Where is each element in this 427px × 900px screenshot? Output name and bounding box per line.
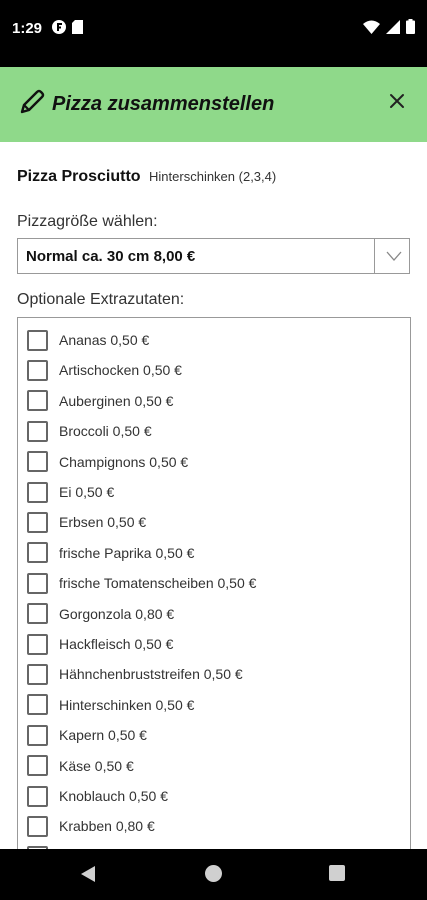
extra-checkbox[interactable] [27, 511, 48, 533]
extra-item-label: Ei 0,50 € [59, 484, 115, 500]
dialog-header: Pizza zusammenstellen [0, 67, 427, 142]
cell-signal-icon [386, 19, 400, 34]
extra-checkbox[interactable] [27, 815, 48, 837]
pencil-icon [20, 89, 45, 114]
app-notification-icon [52, 20, 66, 34]
extra-item[interactable]: Champignons 0,50 € [27, 451, 188, 473]
extra-item[interactable]: Käse 0,50 € [27, 755, 134, 777]
size-dropdown[interactable]: Normal ca. 30 cm 8,00 € [17, 238, 410, 274]
extra-checkbox[interactable] [27, 329, 48, 351]
extra-checkbox[interactable] [27, 451, 48, 473]
extra-checkbox[interactable] [27, 359, 48, 381]
sd-card-icon [72, 20, 83, 34]
chevron-down-icon [386, 251, 402, 261]
extra-item[interactable]: Auberginen 0,50 € [27, 390, 173, 412]
extra-item[interactable]: Artischocken 0,50 € [27, 359, 182, 381]
status-system-icons [363, 19, 415, 34]
extra-item-label: frische Tomatenscheiben 0,50 € [59, 575, 257, 592]
back-icon[interactable] [80, 865, 96, 883]
pizza-dialog: Pizza zusammenstellen Pizza Prosciutto H… [0, 67, 427, 849]
extra-item-label: Hackfleisch 0,50 € [59, 636, 174, 652]
extra-checkbox[interactable] [27, 603, 48, 625]
close-icon [390, 94, 404, 108]
extra-checkbox[interactable] [27, 542, 48, 564]
extra-item-label: Krabben 0,80 € [59, 818, 155, 835]
extra-item[interactable]: frische Tomatenscheiben 0,50 € [27, 572, 256, 594]
extra-checkbox[interactable] [27, 694, 48, 716]
extra-item-label: Hinterschinken 0,50 € [59, 696, 195, 713]
extra-checkbox[interactable] [27, 420, 48, 442]
navigation-bar [0, 849, 427, 900]
extra-item[interactable]: Hinterschinken 0,50 € [27, 694, 194, 716]
extra-checkbox[interactable] [27, 755, 48, 777]
wifi-icon [363, 20, 380, 34]
extra-item-label: Auberginen 0,50 € [59, 392, 174, 409]
extras-list[interactable]: Ananas 0,50 € Artischocken 0,50 € Aubergin… [17, 317, 411, 849]
extra-item-label: Knoblauch 0,50 € [59, 788, 168, 804]
extra-checkbox[interactable] [27, 481, 48, 503]
extra-item[interactable]: Krabben 0,80 € [27, 815, 155, 837]
extra-item-label: Kapern 0,50 € [59, 727, 147, 744]
battery-icon [406, 19, 415, 34]
extra-checkbox[interactable] [27, 663, 48, 685]
status-time: 1:29 [12, 20, 43, 37]
pizza-info: Pizza Prosciutto Hinterschinken (2,3,4) [17, 168, 276, 186]
extra-item[interactable]: Ananas 0,50 € [27, 329, 149, 351]
extra-item[interactable]: Erbsen 0,50 € [27, 511, 146, 533]
recents-icon[interactable] [329, 865, 345, 881]
extra-item-label: Artischocken 0,50 € [59, 362, 182, 379]
size-label: Pizzagröße wählen: [17, 213, 158, 230]
extra-item[interactable]: Broccoli 0,50 € [27, 420, 152, 442]
extra-item-label: Hähnchenbruststreifen 0,50 € [59, 666, 243, 683]
extra-checkbox[interactable] [27, 785, 48, 807]
extra-item[interactable]: Ei 0,50 € [27, 481, 114, 503]
extra-item[interactable]: frische Paprika 0,50 € [27, 542, 194, 564]
extra-item[interactable]: Gorgonzola 0,80 € [27, 603, 174, 625]
extra-item[interactable]: Knoblauch 0,50 € [27, 785, 168, 807]
extras-label: Optionale Extrazutaten: [17, 291, 185, 308]
status-notification-icons [52, 20, 83, 34]
extra-item-label: frische Paprika 0,50 € [59, 544, 195, 561]
dialog-title: Pizza zusammenstellen [52, 93, 275, 115]
extra-item[interactable]: Hähnchenbruststreifen 0,50 € [27, 663, 243, 685]
extra-item-label: Broccoli 0,50 € [59, 423, 152, 440]
extra-item-label: Erbsen 0,50 € [59, 514, 147, 531]
home-icon[interactable] [205, 865, 222, 882]
extra-checkbox[interactable] [27, 633, 48, 655]
size-selected-value: Normal ca. 30 cm 8,00 € [26, 248, 196, 265]
extra-item-label: Champignons 0,50 € [59, 453, 189, 470]
extra-item[interactable]: Kapern 0,50 € [27, 724, 147, 746]
extra-checkbox[interactable] [27, 572, 48, 594]
extra-item-label: Käse 0,50 € [59, 757, 134, 774]
close-button[interactable] [383, 87, 411, 115]
extra-item-label: Ananas 0,50 € [59, 332, 150, 348]
extra-item-label: Gorgonzola 0,80 € [59, 605, 175, 622]
pizza-description: Hinterschinken (2,3,4) [149, 169, 277, 184]
extra-checkbox[interactable] [27, 390, 48, 412]
pizza-name: Pizza Prosciutto [17, 168, 141, 185]
extra-item[interactable]: Hackfleisch 0,50 € [27, 633, 173, 655]
status-bar: 1:29 [0, 0, 427, 60]
dropdown-divider [374, 239, 375, 273]
extra-checkbox[interactable] [27, 724, 48, 746]
